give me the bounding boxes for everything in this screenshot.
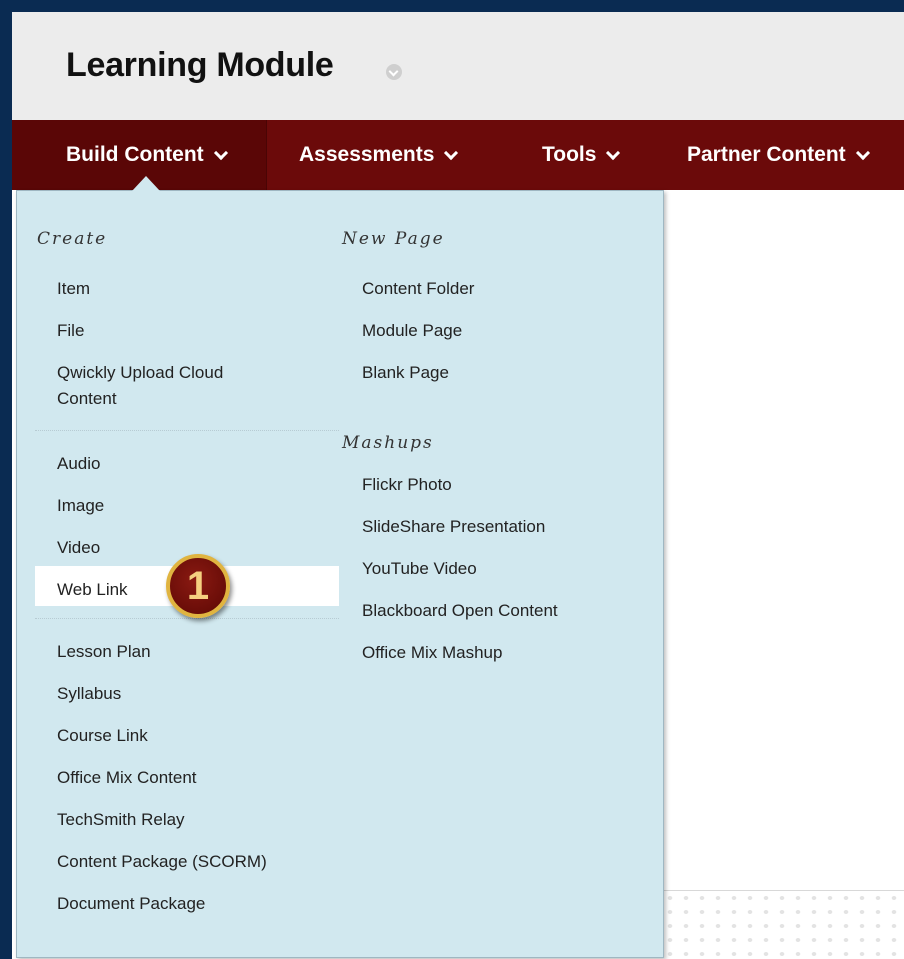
- menu-option-content-package-scorm[interactable]: Content Package (SCORM): [57, 849, 267, 875]
- chevron-down-icon: [855, 145, 870, 161]
- menu-option-item[interactable]: Item: [57, 276, 90, 302]
- menu-option-audio[interactable]: Audio: [57, 451, 100, 477]
- assessments-menu[interactable]: Assessments: [299, 120, 459, 190]
- menu-option-module-page[interactable]: Module Page: [362, 318, 462, 344]
- title-options-chevron-icon[interactable]: [386, 64, 402, 80]
- chevron-down-icon: [444, 145, 459, 161]
- partner-content-label: Partner Content: [687, 143, 846, 166]
- menu-option-blank-page[interactable]: Blank Page: [362, 360, 449, 386]
- menu-option-video[interactable]: Video: [57, 535, 100, 561]
- menu-option-lesson-plan[interactable]: Lesson Plan: [57, 639, 151, 665]
- step-number: 1: [186, 563, 210, 608]
- menu-option-qwickly-upload[interactable]: Qwickly Upload Cloud: [57, 360, 223, 386]
- menu-option-file[interactable]: File: [57, 318, 84, 344]
- chevron-down-icon: [606, 145, 621, 161]
- mashups-heading: Mashups: [342, 433, 434, 453]
- menu-option-slideshare-presentation[interactable]: SlideShare Presentation: [362, 514, 545, 540]
- partner-content-menu[interactable]: Partner Content: [687, 120, 870, 190]
- divider: [35, 618, 339, 619]
- menu-option-qwickly-upload-line2[interactable]: Content: [57, 386, 117, 412]
- menu-option-document-package[interactable]: Document Package: [57, 891, 205, 917]
- menu-option-syllabus[interactable]: Syllabus: [57, 681, 121, 707]
- build-content-dropdown: Create Item File Qwickly Upload Cloud Co…: [16, 190, 664, 958]
- title-bar: Learning Module: [12, 12, 904, 121]
- menu-option-techsmith-relay[interactable]: TechSmith Relay: [57, 807, 185, 833]
- tools-menu[interactable]: Tools: [542, 120, 621, 190]
- tools-label: Tools: [542, 143, 597, 166]
- menu-option-flickr-photo[interactable]: Flickr Photo: [362, 472, 452, 498]
- menu-option-youtube-video[interactable]: YouTube Video: [362, 556, 477, 582]
- dotted-background: [662, 890, 904, 959]
- menu-option-office-mix-content[interactable]: Office Mix Content: [57, 765, 197, 791]
- create-heading: Create: [37, 229, 108, 249]
- menu-option-office-mix-mashup[interactable]: Office Mix Mashup: [362, 640, 502, 666]
- divider: [35, 430, 339, 431]
- step-number-badge: 1: [166, 554, 230, 618]
- dropdown-pointer: [132, 176, 160, 191]
- menu-option-course-link[interactable]: Course Link: [57, 723, 148, 749]
- page-frame: Learning Module Build Content Assessment…: [12, 12, 904, 959]
- menu-option-web-link[interactable]: Web Link: [57, 577, 128, 603]
- menu-option-blackboard-open-content[interactable]: Blackboard Open Content: [362, 598, 558, 624]
- new-page-heading: New Page: [342, 229, 445, 249]
- page-title: Learning Module: [66, 46, 334, 84]
- menu-option-content-folder[interactable]: Content Folder: [362, 276, 474, 302]
- build-content-label: Build Content: [66, 143, 204, 166]
- menu-option-image[interactable]: Image: [57, 493, 104, 519]
- assessments-label: Assessments: [299, 143, 435, 166]
- chevron-down-icon: [213, 145, 228, 161]
